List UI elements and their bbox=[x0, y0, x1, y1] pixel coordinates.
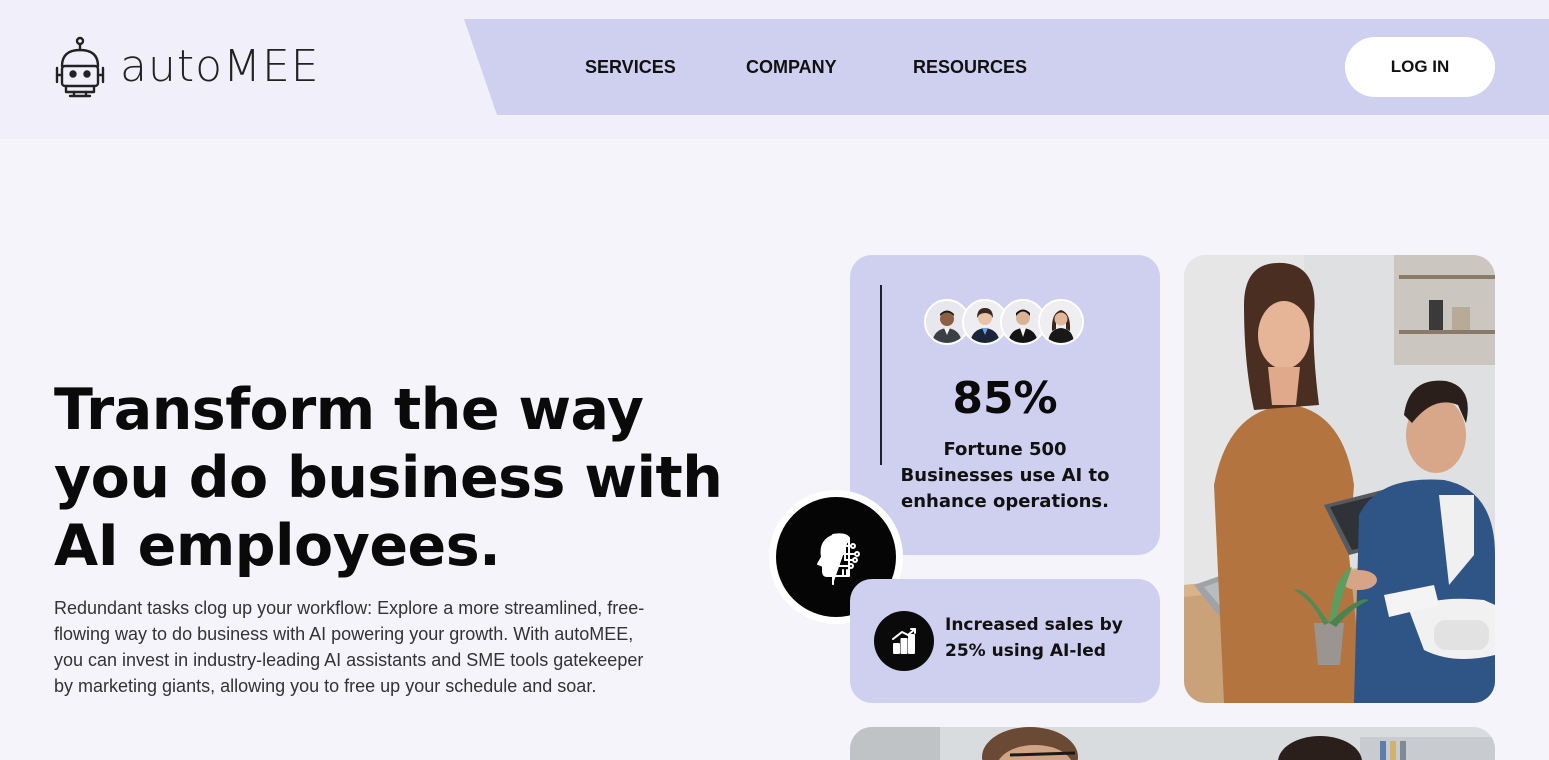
site-header: autoMEE SERVICES COMPANY RESOURCES LOG I… bbox=[0, 0, 1549, 139]
nav-resources[interactable]: RESOURCES bbox=[913, 57, 1027, 77]
office-photo bbox=[1184, 255, 1495, 703]
sales-text: Increased sales by 25% using AI-led bbox=[945, 615, 1123, 661]
sales-card: Increased sales by 25% using AI-led bbox=[850, 579, 1160, 703]
nav-company[interactable]: COMPANY bbox=[746, 57, 837, 77]
avatar-group bbox=[924, 299, 1084, 345]
logo[interactable]: autoMEE bbox=[54, 36, 320, 98]
team-photo bbox=[850, 727, 1495, 760]
nav-services[interactable]: SERVICES bbox=[585, 57, 676, 77]
hero-title: Transform the way you do business with A… bbox=[54, 377, 723, 579]
avatar bbox=[1038, 299, 1084, 345]
stat-value: 85% bbox=[952, 373, 1058, 424]
hero-description: Redundant tasks clog up your workflow: E… bbox=[54, 598, 645, 696]
bar-chart-icon bbox=[874, 611, 934, 671]
stat-label: Fortune 500 Businesses use AI to enhance… bbox=[900, 439, 1110, 512]
robot-icon bbox=[54, 36, 106, 98]
logo-text: autoMEE bbox=[120, 41, 320, 92]
stats-card: 85% Fortune 500 Businesses use AI to enh… bbox=[850, 255, 1160, 555]
login-button[interactable]: LOG IN bbox=[1345, 37, 1495, 97]
page: autoMEE SERVICES COMPANY RESOURCES LOG I… bbox=[0, 0, 1549, 760]
